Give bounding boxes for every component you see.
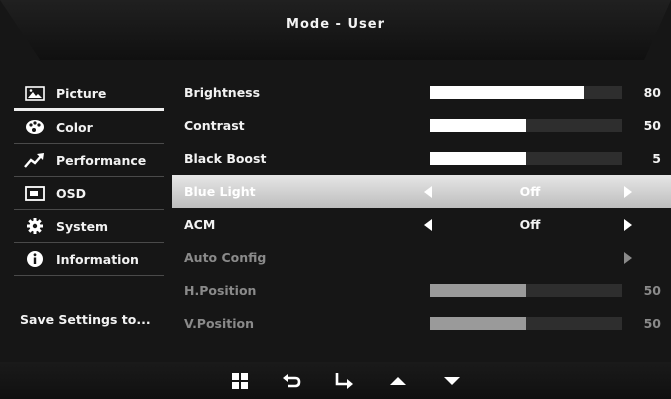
trend-icon (24, 151, 46, 169)
left-arrow-icon[interactable] (424, 218, 432, 231)
setting-row-black-boost[interactable]: Black Boost 5 (172, 142, 671, 175)
setting-label: V.Position (184, 316, 255, 331)
setting-row-acm[interactable]: ACM Off (172, 208, 671, 241)
up-icon[interactable] (386, 371, 410, 391)
enter-icon[interactable] (332, 371, 356, 391)
setting-row-auto-config[interactable]: Auto Config (172, 241, 671, 274)
setting-label: Brightness (184, 85, 261, 100)
setting-label: Black Boost (184, 151, 267, 166)
title-bar: Mode - User (0, 0, 671, 60)
setting-label: Blue Light (184, 184, 256, 199)
slider-fill (430, 317, 526, 330)
slider-fill (430, 152, 526, 165)
black-boost-slider[interactable] (430, 152, 622, 165)
menu-icon[interactable] (228, 371, 252, 391)
setting-option-value: Off (519, 217, 541, 232)
palette-icon (24, 118, 46, 136)
sidebar-item-system[interactable]: System (14, 210, 164, 243)
osd-screen: Mode - User Picture Color Performance OS (0, 0, 671, 399)
slider-fill (430, 284, 526, 297)
sidebar-item-color[interactable]: Color (14, 111, 164, 144)
slider-fill (430, 119, 526, 132)
slider-fill (430, 86, 584, 99)
left-arrow-icon[interactable] (424, 185, 432, 198)
setting-row-v-position[interactable]: V.Position 50 (172, 307, 671, 340)
setting-value: 80 (643, 85, 661, 100)
setting-row-contrast[interactable]: Contrast 50 (172, 109, 671, 142)
info-icon (24, 250, 46, 268)
right-arrow-icon[interactable] (624, 185, 632, 198)
right-arrow-icon[interactable] (624, 251, 632, 264)
setting-row-blue-light[interactable]: Blue Light Off (172, 175, 671, 208)
sidebar-item-label: OSD (56, 185, 87, 201)
sidebar: Picture Color Performance OSD System Inf… (14, 78, 164, 276)
setting-value: 50 (643, 283, 661, 298)
bottom-nav-bar (0, 362, 671, 399)
settings-list: Brightness 80 Contrast 50 Black Boost 5 … (172, 76, 671, 340)
osd-icon (24, 184, 46, 202)
setting-option-value: Off (519, 184, 541, 199)
back-icon[interactable] (280, 371, 304, 391)
sidebar-item-label: System (56, 218, 109, 234)
sidebar-item-label: Performance (56, 152, 147, 168)
sidebar-item-picture[interactable]: Picture (14, 78, 164, 111)
setting-value: 50 (643, 316, 661, 331)
brightness-slider[interactable] (430, 86, 622, 99)
setting-label: ACM (184, 217, 216, 232)
sidebar-item-label: Picture (56, 85, 107, 101)
save-settings-button[interactable]: Save Settings to... (20, 312, 151, 327)
v-position-slider[interactable] (430, 317, 622, 330)
setting-row-h-position[interactable]: H.Position 50 (172, 274, 671, 307)
gear-icon (24, 217, 46, 235)
mode-title: Mode - User (286, 17, 385, 32)
sidebar-item-information[interactable]: Information (14, 243, 164, 276)
sidebar-item-label: Color (56, 119, 93, 135)
setting-label: H.Position (184, 283, 257, 298)
down-icon[interactable] (440, 371, 464, 391)
sidebar-item-osd[interactable]: OSD (14, 177, 164, 210)
setting-value: 50 (643, 118, 661, 133)
setting-label: Auto Config (184, 250, 267, 265)
h-position-slider[interactable] (430, 284, 622, 297)
contrast-slider[interactable] (430, 119, 622, 132)
sidebar-item-performance[interactable]: Performance (14, 144, 164, 177)
setting-row-brightness[interactable]: Brightness 80 (172, 76, 671, 109)
setting-label: Contrast (184, 118, 245, 133)
setting-value: 5 (652, 151, 661, 166)
picture-icon (24, 84, 46, 102)
right-arrow-icon[interactable] (624, 218, 632, 231)
sidebar-item-label: Information (56, 251, 139, 267)
